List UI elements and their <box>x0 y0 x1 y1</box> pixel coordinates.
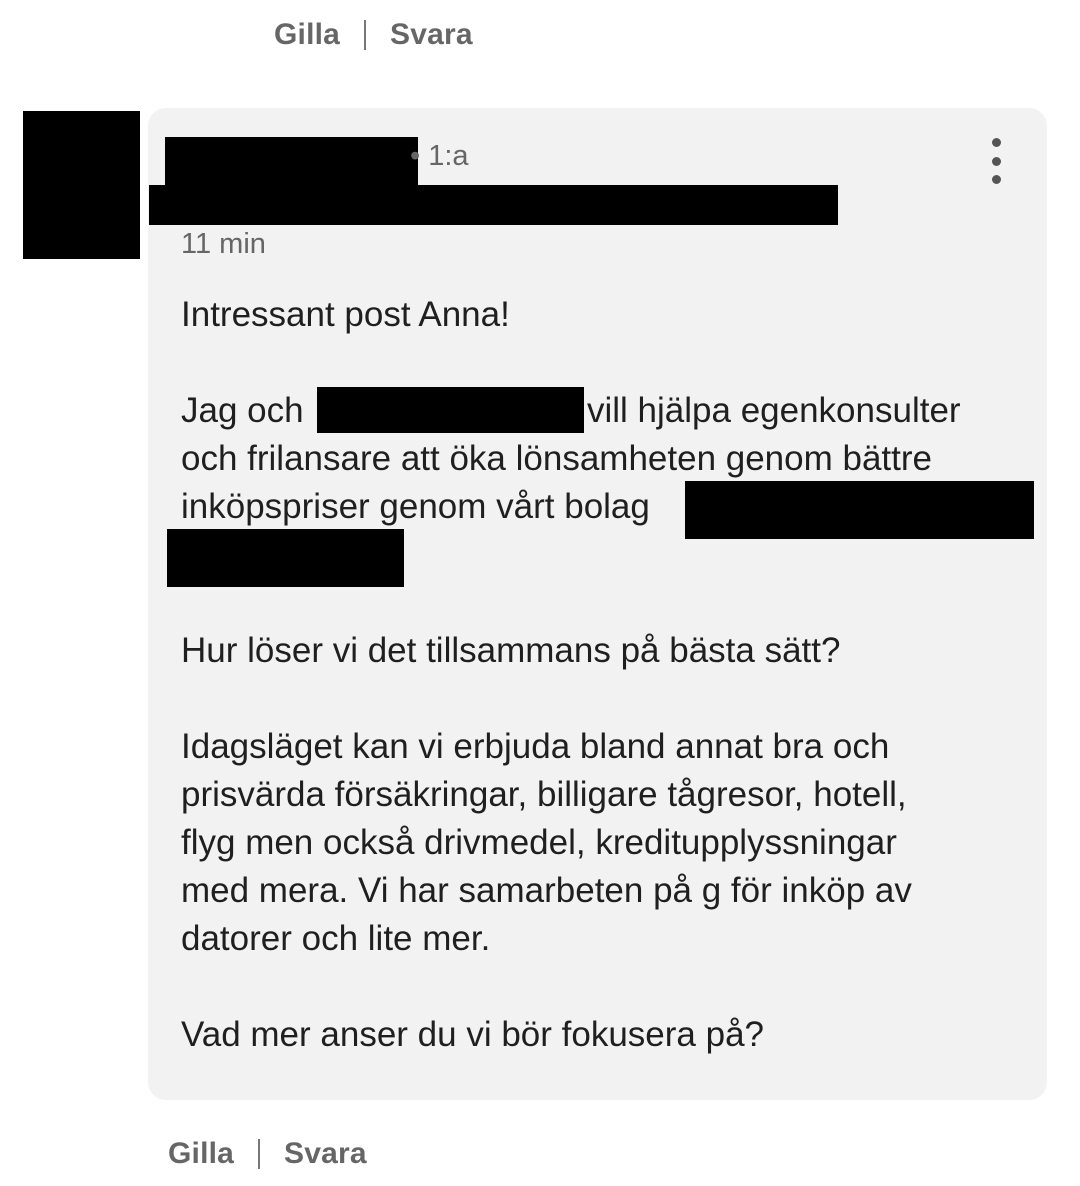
like-button[interactable]: Gilla <box>274 18 340 52</box>
avatar[interactable] <box>23 111 140 259</box>
more-dot <box>991 138 1001 147</box>
action-divider <box>364 20 367 50</box>
partner-name-redacted <box>317 387 584 433</box>
more-options-icon[interactable] <box>976 138 1016 184</box>
action-divider <box>258 1139 261 1169</box>
comment-paragraph-5: Vad mer anser du vi bör fokusera på? <box>181 1015 765 1054</box>
previous-comment-actions: Gilla Svara <box>274 18 473 52</box>
reply-button[interactable]: Svara <box>284 1137 367 1171</box>
author-name-redacted[interactable] <box>165 137 418 185</box>
comment-text-line: prisvärda försäkringar, billigare tågres… <box>181 775 907 814</box>
reply-button[interactable]: Svara <box>390 18 473 52</box>
like-button[interactable]: Gilla <box>168 1137 234 1171</box>
comment-actions: Gilla Svara <box>168 1137 367 1171</box>
connection-degree: • 1:a <box>410 140 469 172</box>
comment-text-line: och frilansare att öka lönsamheten genom… <box>181 439 932 478</box>
comment-paragraph-3: Hur löser vi det tillsammans på bästa sä… <box>181 631 841 670</box>
author-headline-redacted <box>149 185 838 225</box>
company-name-redacted <box>167 529 404 587</box>
comment-text-line: Idagsläget kan vi erbjuda bland annat br… <box>181 727 890 766</box>
comment-text-line: med mera. Vi har samarbeten på g för ink… <box>181 871 912 910</box>
more-dot <box>991 175 1001 184</box>
comment-text-line: flyg men också drivmedel, kreditupplyssn… <box>181 823 897 862</box>
comment-text-line: datorer och lite mer. <box>181 919 491 958</box>
comment-text-line: Jag och <box>181 391 304 430</box>
company-name-redacted <box>685 481 1034 539</box>
comment-timestamp: 11 min <box>181 228 266 260</box>
comment-text-line: vill hjälpa egenkonsulter <box>587 391 961 430</box>
comment-paragraph-1: Intressant post Anna! <box>181 295 510 334</box>
more-dot <box>991 156 1001 166</box>
comment-text-line: inköpspriser genom vårt bolag <box>181 487 650 526</box>
